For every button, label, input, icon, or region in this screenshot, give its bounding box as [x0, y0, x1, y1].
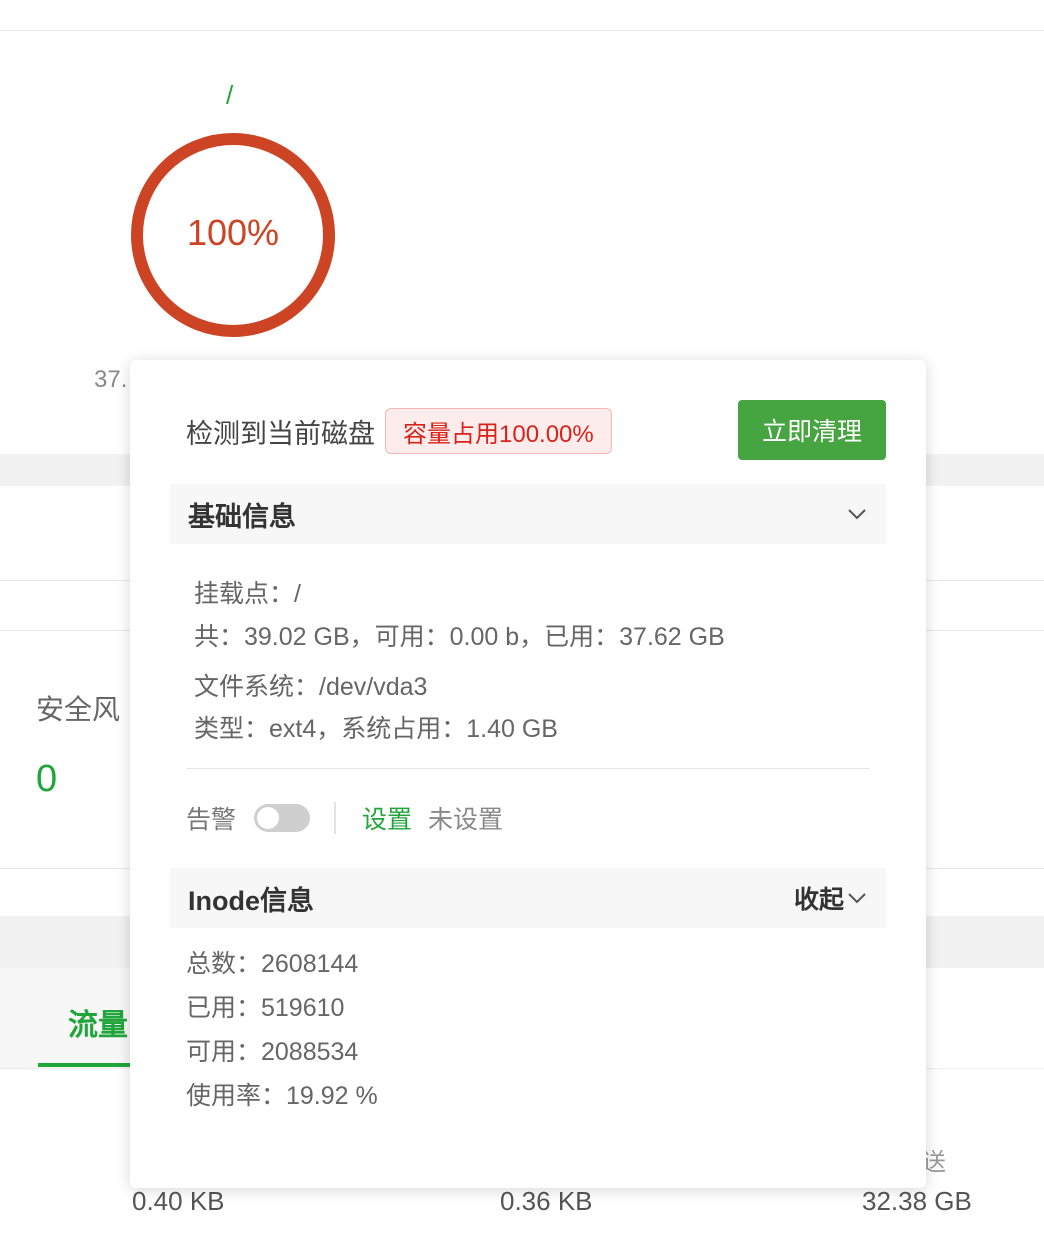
chevron-down-icon[interactable] — [846, 503, 868, 525]
security-risk-label: 安全风 — [36, 694, 121, 725]
alert-label: 告警 — [186, 806, 237, 834]
alert-toggle[interactable] — [254, 804, 311, 832]
gauge-percent-text: 100% — [186, 212, 280, 253]
inode-info-header: Inode信息 收起 — [170, 868, 886, 928]
mount-point-line: 挂载点：/ — [194, 580, 301, 608]
top-divider — [0, 30, 1044, 31]
disk-info-popover: 检测到当前磁盘 容量占用100.00% 立即清理 基础信息 挂载点：/ 共：39… — [130, 360, 926, 1188]
stat-total-sent: 32.38 GB — [862, 1186, 972, 1216]
collapse-label: 收起 — [793, 886, 844, 914]
inode-info-title: Inode信息 — [188, 885, 314, 916]
page: / 100% 37. 安全风 0 流量 送 0.40 KB 0.36 KB 32… — [0, 0, 1044, 1234]
size-line: 共：39.02 GB，可用：0.00 b，已用：37.62 GB — [194, 623, 725, 651]
chevron-down-icon — [848, 893, 866, 904]
section-divider — [186, 768, 870, 769]
usage-badge: 容量占用100.00% — [385, 408, 612, 454]
popover-header: 检测到当前磁盘 容量占用100.00% — [186, 406, 612, 456]
basic-info-title: 基础信息 — [188, 501, 296, 532]
inode-total-line: 总数：2608144 — [186, 950, 359, 978]
inode-free-line: 可用：2088534 — [186, 1038, 359, 1066]
filesystem-line: 文件系统：/dev/vda3 — [194, 673, 428, 701]
disk-used-text: 37. — [94, 366, 128, 393]
tab-active-indicator — [38, 1063, 138, 1067]
tab-traffic[interactable]: 流量 — [68, 1000, 128, 1044]
collapse-toggle[interactable]: 收起 — [794, 880, 868, 916]
toggle-knob — [257, 807, 280, 829]
inode-used-line: 已用：519610 — [186, 994, 345, 1022]
alert-settings-link[interactable]: 设置 — [362, 800, 412, 836]
security-risk-count[interactable]: 0 — [36, 758, 57, 801]
type-line: 类型：ext4，系统占用：1.40 GB — [194, 715, 558, 743]
alert-row: 告警 设置 未设置 — [186, 796, 503, 840]
stat-upstream: 0.40 KB — [132, 1186, 225, 1216]
vertical-separator — [334, 802, 337, 834]
stat-downstream: 0.36 KB — [500, 1186, 593, 1216]
detect-text: 检测到当前磁盘 — [186, 418, 375, 449]
clean-now-button[interactable]: 立即清理 — [738, 400, 886, 460]
alert-status: 未设置 — [428, 806, 504, 834]
disk-mount-label[interactable]: / — [226, 80, 233, 111]
basic-info-header[interactable]: 基础信息 — [170, 484, 886, 544]
inode-rate-line: 使用率：19.92 % — [186, 1082, 378, 1110]
